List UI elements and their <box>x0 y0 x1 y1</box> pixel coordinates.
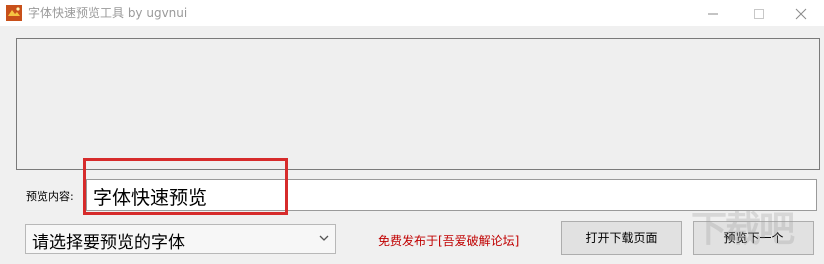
font-preview-area <box>16 38 820 170</box>
watermark-logo: 下载吧 <box>691 209 795 250</box>
font-select[interactable]: 请选择要预览的字体 <box>25 224 336 254</box>
font-select-value: 请选择要预览的字体 <box>32 233 185 253</box>
maximize-icon <box>754 9 764 19</box>
chevron-down-icon <box>319 235 329 241</box>
release-notice: 免费发布于[吾爱破解论坛] <box>378 234 520 248</box>
close-icon <box>795 8 807 20</box>
maximize-button[interactable] <box>736 0 782 26</box>
close-button[interactable] <box>778 0 824 26</box>
preview-content-label: 预览内容: <box>26 190 74 203</box>
open-download-page-button[interactable]: 打开下载页面 <box>561 221 682 255</box>
minimize-icon <box>708 13 718 15</box>
minimize-button[interactable] <box>690 0 736 26</box>
highlight-box <box>83 158 288 215</box>
title-bar: 字体快速预览工具 by ugvnui <box>0 0 824 26</box>
app-icon <box>6 5 22 21</box>
window-title: 字体快速预览工具 by ugvnui <box>28 6 188 20</box>
